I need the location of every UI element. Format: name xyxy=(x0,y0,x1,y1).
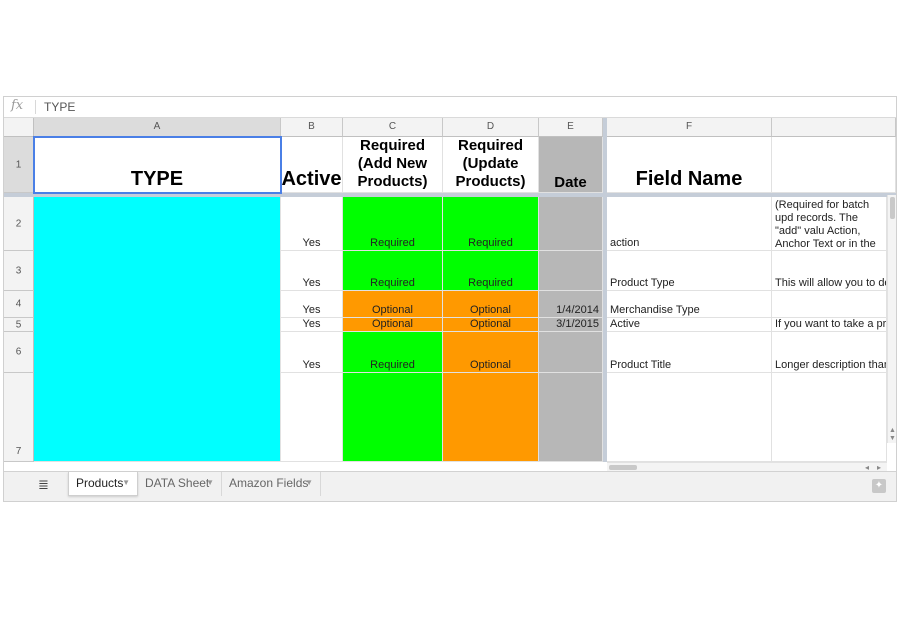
tab-dropdown-icon[interactable]: ▼ xyxy=(122,472,130,494)
cell-c4[interactable]: Optional xyxy=(343,291,443,318)
cell-b1[interactable]: Active xyxy=(281,137,343,193)
cell-e4[interactable]: 1/4/2014 xyxy=(539,291,603,318)
formula-bar: fx TYPE xyxy=(4,97,896,118)
cell-f1[interactable]: Field Name xyxy=(607,137,772,193)
scroll-up-icon[interactable]: ▲ xyxy=(888,427,896,435)
tab-dropdown-icon[interactable]: ▼ xyxy=(206,472,214,494)
cell-e1[interactable]: Date xyxy=(539,137,603,193)
cell-g4[interactable] xyxy=(772,291,887,318)
row-header-1[interactable]: 1 xyxy=(4,137,34,193)
formula-divider xyxy=(35,100,36,114)
cell-d5[interactable]: Optional xyxy=(443,318,539,332)
column-header-g[interactable] xyxy=(772,118,896,137)
cell-d4[interactable]: Optional xyxy=(443,291,539,318)
sheet-grid: A B C D E F 1 2 3 4 5 6 7 TYPE Active Re… xyxy=(4,118,896,462)
cell-d6[interactable]: Optional xyxy=(443,332,539,373)
cell-c2[interactable]: Required xyxy=(343,197,443,251)
cell-d2[interactable]: Required xyxy=(443,197,539,251)
cell-e6[interactable] xyxy=(539,332,603,373)
sheet-tab-bar: ≣ Products ▼ DATA Sheet ▼ Amazon Fields … xyxy=(4,471,896,501)
column-header-e[interactable]: E xyxy=(539,118,603,137)
cell-f2[interactable]: action xyxy=(607,197,772,251)
row-header-6[interactable]: 6 xyxy=(4,332,34,373)
cell-g5[interactable]: If you want to take a pr xyxy=(772,318,887,332)
tab-label: Products xyxy=(76,476,124,490)
spreadsheet-app: fx TYPE A B C D E F 1 2 3 4 5 6 7 TYPE A… xyxy=(3,96,897,502)
column-header-b[interactable]: B xyxy=(281,118,343,137)
row-header-7[interactable]: 7 xyxy=(4,373,34,462)
cell-b2[interactable]: Yes xyxy=(281,197,343,251)
cell-c5[interactable]: Optional xyxy=(343,318,443,332)
tab-dropdown-icon[interactable]: ▼ xyxy=(305,472,313,494)
cell-a1[interactable]: TYPE xyxy=(34,137,281,193)
vertical-scroll-thumb[interactable] xyxy=(890,197,895,219)
cell-f7[interactable] xyxy=(607,373,772,462)
tab-data-sheet[interactable]: DATA Sheet ▼ xyxy=(138,472,222,496)
row-header-4[interactable]: 4 xyxy=(4,291,34,318)
scroll-down-icon[interactable]: ▼ xyxy=(888,435,896,443)
horizontal-scroll-thumb[interactable] xyxy=(609,465,637,470)
cell-c1[interactable]: Required (Add New Products) xyxy=(343,137,443,193)
cell-g7[interactable] xyxy=(772,373,887,462)
tab-amazon-fields[interactable]: Amazon Fields ▼ xyxy=(222,472,321,496)
cell-b4[interactable]: Yes xyxy=(281,291,343,318)
cell-a2-a7-cyan[interactable] xyxy=(34,197,281,462)
cell-g3[interactable]: This will allow you to de xyxy=(772,251,887,291)
row-header-3[interactable]: 3 xyxy=(4,251,34,291)
column-header-c[interactable]: C xyxy=(343,118,443,137)
cell-c3[interactable]: Required xyxy=(343,251,443,291)
formula-input[interactable]: TYPE xyxy=(44,100,75,114)
cell-e7[interactable] xyxy=(539,373,603,462)
column-header-f[interactable]: F xyxy=(607,118,772,137)
cell-e3[interactable] xyxy=(539,251,603,291)
cell-b7[interactable] xyxy=(281,373,343,462)
cell-g2[interactable]: (Required for batch upd records. The "ad… xyxy=(772,197,887,251)
cell-b5[interactable]: Yes xyxy=(281,318,343,332)
frozen-column-divider[interactable] xyxy=(603,118,607,462)
cell-e5[interactable]: 3/1/2015 xyxy=(539,318,603,332)
cell-g6[interactable]: Longer description than xyxy=(772,332,887,373)
cell-c6[interactable]: Required xyxy=(343,332,443,373)
tab-products[interactable]: Products ▼ xyxy=(68,472,138,496)
cell-d3[interactable]: Required xyxy=(443,251,539,291)
column-header-d[interactable]: D xyxy=(443,118,539,137)
tab-label: Amazon Fields xyxy=(229,476,309,490)
all-sheets-menu-icon[interactable]: ≣ xyxy=(38,478,52,492)
cell-c7[interactable] xyxy=(343,373,443,462)
fx-icon: fx xyxy=(11,98,24,113)
cell-b6[interactable]: Yes xyxy=(281,332,343,373)
cell-f3[interactable]: Product Type xyxy=(607,251,772,291)
cell-e2[interactable] xyxy=(539,197,603,251)
tab-label: DATA Sheet xyxy=(145,476,210,490)
cell-b3[interactable]: Yes xyxy=(281,251,343,291)
row-header-2[interactable]: 2 xyxy=(4,197,34,251)
cell-d1[interactable]: Required (Update Products) xyxy=(443,137,539,193)
column-header-a[interactable]: A xyxy=(34,118,281,137)
cell-f4[interactable]: Merchandise Type xyxy=(607,291,772,318)
vertical-scrollbar[interactable]: ▲ ▼ xyxy=(887,195,896,443)
frozen-row-divider[interactable] xyxy=(4,193,896,197)
select-all-corner[interactable] xyxy=(4,118,34,137)
cell-d7[interactable] xyxy=(443,373,539,462)
explore-icon[interactable]: ✦ xyxy=(872,479,886,493)
cell-f6[interactable]: Product Title xyxy=(607,332,772,373)
cell-g1[interactable] xyxy=(772,137,896,193)
row-header-5[interactable]: 5 xyxy=(4,318,34,332)
cell-f5[interactable]: Active xyxy=(607,318,772,332)
